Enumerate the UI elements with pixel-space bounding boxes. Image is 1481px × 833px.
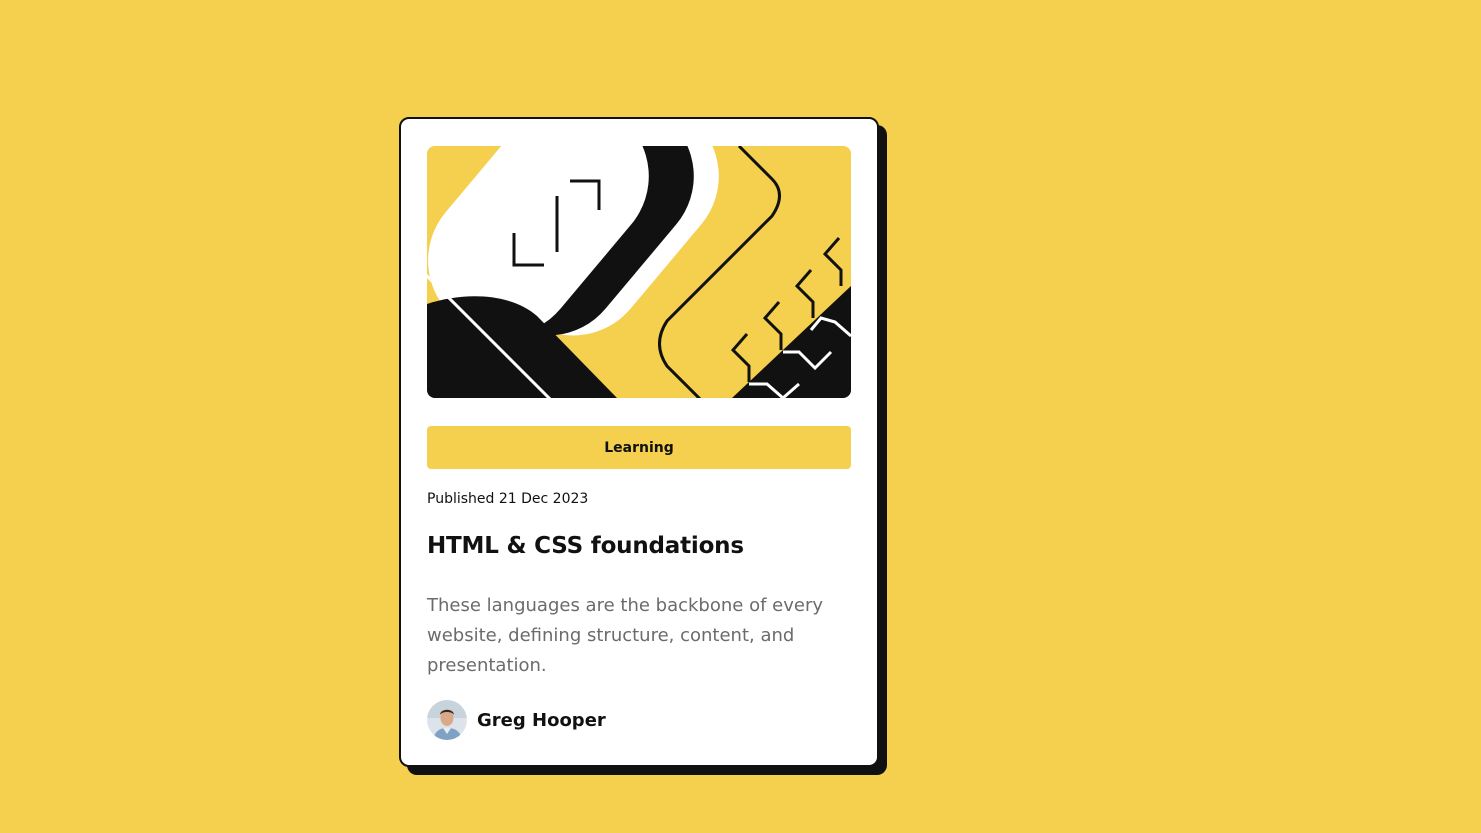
avatar-icon <box>427 700 467 740</box>
category-tag: Learning <box>427 426 851 469</box>
author: Greg Hooper <box>427 700 606 740</box>
author-name[interactable]: Greg Hooper <box>477 710 606 731</box>
card-title[interactable]: HTML & CSS foundations <box>427 533 744 559</box>
card-description: These languages are the backbone of ever… <box>427 595 823 676</box>
page: { "card": { "tag": "Learning", "publishe… <box>0 0 1481 833</box>
blog-preview-card: Learning Published 21 Dec 2023 HTML & CS… <box>399 117 879 767</box>
hero-illustration <box>427 146 851 398</box>
abstract-illustration-icon <box>427 146 851 398</box>
published-date: Published 21 Dec 2023 <box>427 491 589 507</box>
